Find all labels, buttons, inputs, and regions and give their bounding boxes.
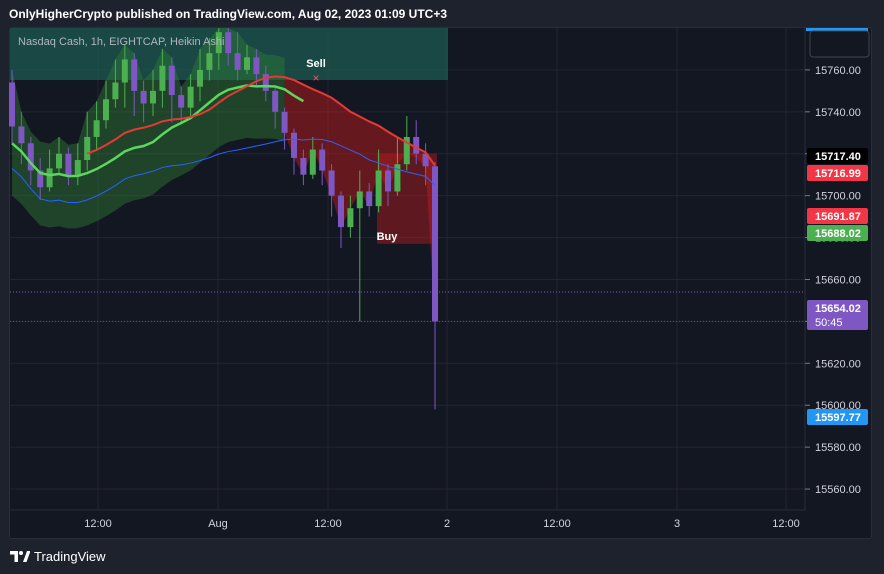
candle-body [328, 170, 335, 196]
price-badge-text: 15597.77 [815, 412, 861, 424]
candle-body [84, 136, 91, 161]
candle-body [56, 153, 62, 169]
price-tick-label: 15760.00 [815, 65, 861, 77]
price-tick-label: 15620.00 [815, 358, 861, 370]
candle-body [93, 120, 100, 137]
time-tick-label: 12:00 [772, 518, 800, 530]
price-tick-label: 15700.00 [815, 191, 861, 203]
candle-body [206, 53, 213, 70]
buy-label: Buy [377, 231, 399, 243]
time-tick-label: 12:00 [543, 518, 571, 530]
candle-body [121, 59, 128, 83]
time-tick-label: 3 [674, 518, 680, 530]
tradingview-logo-icon [10, 551, 30, 562]
price-badge-text: 15716.99 [815, 168, 861, 180]
price-chart[interactable]: Sell×Buy 15760.0015740.0015720.0015700.0… [0, 0, 884, 574]
candle-body [432, 166, 438, 322]
price-tick-label: 15740.00 [815, 107, 861, 119]
candle-body [140, 90, 147, 104]
candle-body [112, 82, 119, 100]
time-tick-label: 12:00 [84, 518, 112, 530]
chart-legend: Nasdaq Cash, 1h, EIGHTCAP, Heikin Ashi [18, 36, 225, 48]
candle-body [300, 157, 307, 175]
brand-name: TradingView [34, 548, 106, 564]
candle-body [187, 86, 194, 108]
candle-body [65, 153, 72, 175]
tradingview-footer[interactable]: TradingView [10, 546, 106, 566]
price-badge-text: 15691.87 [815, 211, 861, 223]
candle-body [244, 57, 250, 70]
candle-body [159, 65, 166, 91]
scale-button [809, 30, 870, 58]
candle-body [272, 90, 279, 112]
sell-marker-icon: × [312, 71, 319, 85]
candle-body [385, 170, 391, 192]
candle-body [9, 82, 15, 127]
time-axis: 12:00 Aug 12:00 2 12:00 3 12:00 [84, 518, 800, 530]
candle-body [225, 32, 232, 54]
candle-body [338, 195, 344, 228]
candle-body [375, 170, 382, 207]
candle-body [168, 65, 175, 96]
candle-body [281, 111, 288, 133]
candle-body [319, 149, 326, 171]
candle-body [18, 126, 25, 144]
candle-body [46, 168, 53, 188]
candle-body [150, 90, 156, 104]
candle-body [103, 99, 109, 121]
price-badge-text: 15688.02 [815, 228, 861, 240]
candle-body [74, 160, 81, 175]
candle-body [366, 191, 373, 207]
countdown-text: 50:45 [815, 317, 843, 329]
candle-body [347, 208, 354, 228]
candle-body [131, 59, 138, 91]
time-tick-label: 12:00 [314, 518, 342, 530]
sell-label: Sell [306, 58, 326, 70]
price-tick-label: 15660.00 [815, 274, 861, 286]
candle-body [234, 53, 241, 70]
price-badge-text: 15717.40 [815, 151, 861, 163]
time-tick-label: 2 [444, 518, 450, 530]
candle-body [178, 95, 185, 108]
candle-body [253, 57, 260, 75]
time-tick-label: Aug [208, 518, 228, 530]
candle-body [197, 69, 203, 87]
candle-body [291, 132, 297, 158]
price-tick-label: 15580.00 [815, 442, 861, 454]
price-badge-text: 15654.02 [815, 303, 861, 315]
candle-body [309, 149, 316, 175]
price-axis: 15760.0015740.0015720.0015700.0015680.00… [805, 65, 861, 496]
candle-body [356, 191, 363, 209]
price-tick-label: 15560.00 [815, 484, 861, 496]
